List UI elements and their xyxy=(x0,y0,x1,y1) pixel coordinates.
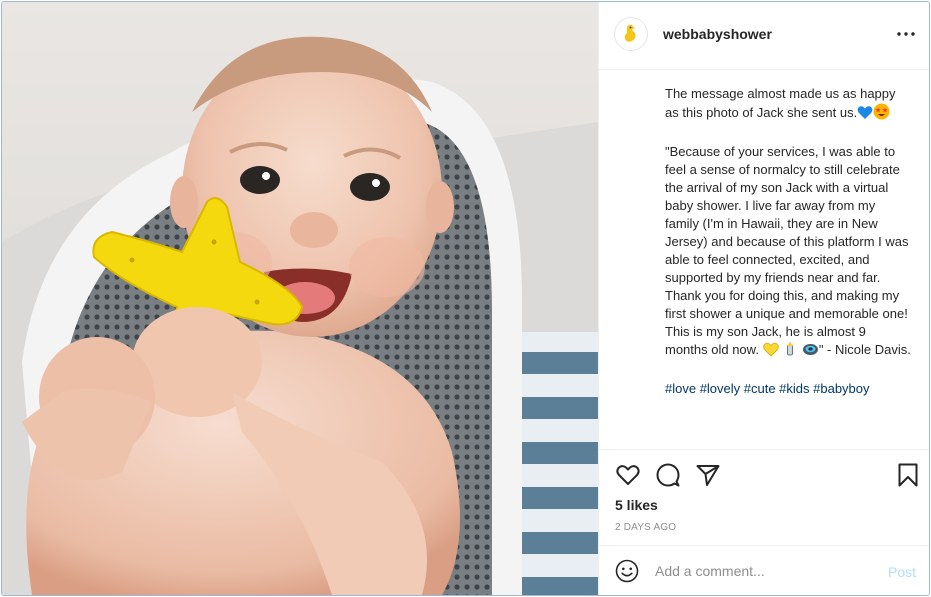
comment-bubble-icon[interactable] xyxy=(655,462,681,488)
post-photo[interactable] xyxy=(2,2,598,595)
yellow-duck-icon[interactable] xyxy=(614,17,648,51)
post-caption: The message almost made us as happy as t… xyxy=(665,85,911,398)
rattle-emoji-icon xyxy=(802,342,819,362)
caption-hashtags[interactable]: #love #lovely #cute #kids #babyboy xyxy=(665,380,911,398)
smiley-icon[interactable] xyxy=(615,559,639,583)
username-link[interactable]: webbabyshower xyxy=(663,26,772,42)
post-actions: 5 likes 2 DAYS AGO xyxy=(599,449,929,546)
yellow-heart-emoji-icon xyxy=(762,342,779,362)
caption-quote: "Because of your services, I was able to… xyxy=(665,143,911,362)
baby-bottle-emoji-icon xyxy=(782,341,798,362)
post-comment-button[interactable]: Post xyxy=(888,564,916,580)
post-side-panel: webbabyshower The message almost made us… xyxy=(598,2,929,595)
bookmark-icon[interactable] xyxy=(895,462,921,488)
post-header: webbabyshower xyxy=(599,2,929,70)
post-timestamp[interactable]: 2 DAYS AGO xyxy=(615,522,676,533)
star-struck-emoji-icon xyxy=(873,103,890,125)
likes-count[interactable]: 5 likes xyxy=(615,497,658,513)
heart-icon[interactable] xyxy=(615,462,641,488)
caption-intro: The message almost made us as happy as t… xyxy=(665,85,911,125)
instagram-post-card: webbabyshower The message almost made us… xyxy=(1,1,930,596)
comment-bar: Post xyxy=(599,545,929,595)
blue-heart-emoji-icon xyxy=(857,105,873,125)
paper-plane-icon[interactable] xyxy=(695,462,721,488)
caption-signature: " - Nicole Davis. xyxy=(818,342,911,357)
caption-quote-text: "Because of your services, I was able to… xyxy=(665,144,909,357)
ellipsis-icon[interactable] xyxy=(894,22,918,46)
comment-input[interactable] xyxy=(655,560,877,582)
